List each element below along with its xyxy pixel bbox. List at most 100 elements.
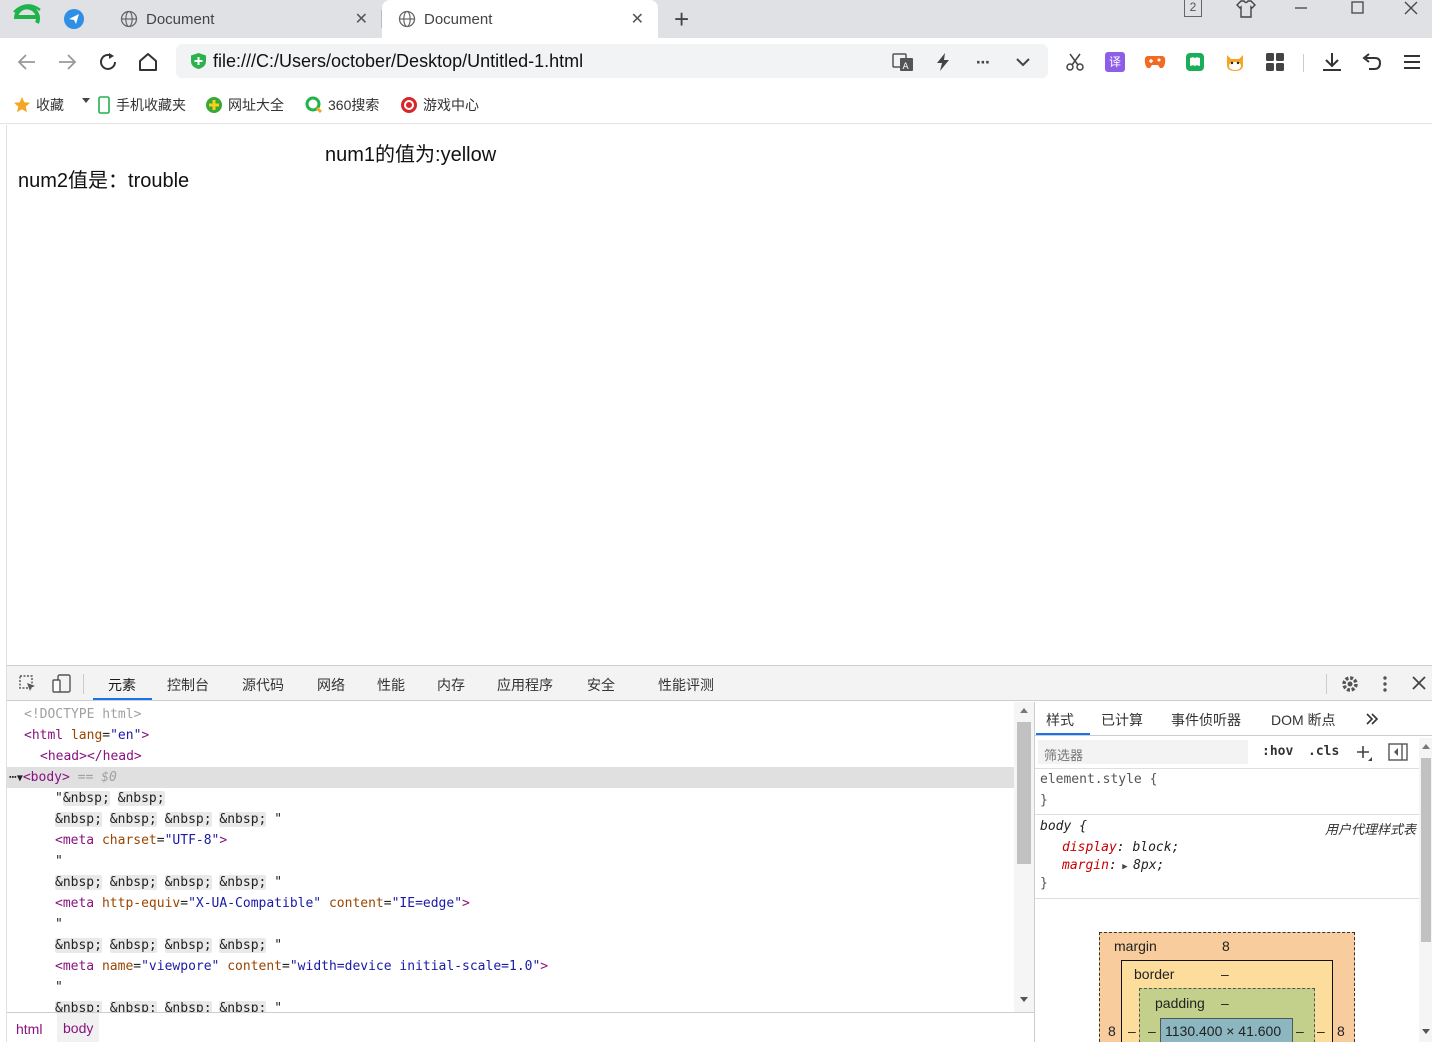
close-tab-icon[interactable]: ✕ xyxy=(355,9,368,29)
address-bar[interactable]: file:///C:/Users/october/Desktop/Untitle… xyxy=(176,44,1048,78)
maximize-icon[interactable] xyxy=(1350,0,1366,16)
dom-text-node[interactable]: &nbsp; &nbsp; &nbsp; &nbsp; " xyxy=(7,809,1014,830)
download-icon[interactable] xyxy=(1320,50,1344,74)
element-style-rule[interactable]: element.style { xyxy=(1040,772,1157,787)
chevron-down-icon[interactable] xyxy=(1012,51,1034,73)
bookmark-360-search[interactable]: 360搜索 xyxy=(305,95,379,115)
styles-filter-input[interactable]: 筛选器 xyxy=(1038,740,1248,764)
scissors-icon[interactable] xyxy=(1063,50,1087,74)
more-dots-icon[interactable]: ⋯ xyxy=(972,51,994,73)
bookmark-favorites[interactable]: 收藏 xyxy=(13,95,64,115)
border-left-value[interactable]: – xyxy=(1128,1023,1136,1039)
tab-count-badge[interactable]: 2 xyxy=(1184,0,1202,17)
tab-elements[interactable]: 元素 xyxy=(108,675,136,695)
dom-text-node[interactable]: " xyxy=(7,914,1014,935)
tab-application[interactable]: 应用程序 xyxy=(497,675,553,695)
back-button[interactable] xyxy=(14,49,40,75)
tab-computed[interactable]: 已计算 xyxy=(1101,710,1143,730)
device-toolbar-icon[interactable] xyxy=(52,674,72,694)
gamepad-icon[interactable] xyxy=(1143,50,1167,74)
translate-icon[interactable]: 译 xyxy=(1103,50,1127,74)
padding-left-value[interactable]: – xyxy=(1148,1023,1156,1039)
scroll-down-icon[interactable] xyxy=(1421,1028,1431,1036)
hover-state-toggle[interactable]: :hov xyxy=(1262,744,1293,759)
minimize-icon[interactable] xyxy=(1293,0,1309,16)
menu-icon[interactable] xyxy=(1400,50,1424,74)
send-icon[interactable] xyxy=(64,9,84,29)
padding-right-value[interactable]: – xyxy=(1296,1023,1304,1039)
dom-text-node[interactable]: " xyxy=(7,851,1014,872)
scroll-up-icon[interactable] xyxy=(1421,742,1431,750)
undo-icon[interactable] xyxy=(1360,50,1384,74)
translate-page-icon[interactable]: A xyxy=(892,51,914,73)
dom-text-node[interactable]: " xyxy=(7,977,1014,998)
dom-text-node[interactable]: "&nbsp; &nbsp; xyxy=(7,788,1014,809)
dom-node-doctype[interactable]: <!DOCTYPE html> xyxy=(7,704,1014,725)
new-rule-plus-icon[interactable] xyxy=(1355,744,1373,762)
border-right-value[interactable]: – xyxy=(1317,1023,1325,1039)
breadcrumb-html[interactable]: html xyxy=(16,1021,42,1037)
caret-down-icon[interactable] xyxy=(81,95,91,105)
tab-sources[interactable]: 源代码 xyxy=(242,675,284,695)
dom-text-node[interactable]: &nbsp; &nbsp; &nbsp; &nbsp; " xyxy=(7,872,1014,893)
inspect-element-icon[interactable] xyxy=(19,675,37,693)
class-toggle[interactable]: .cls xyxy=(1308,744,1339,759)
kebab-menu-icon[interactable] xyxy=(1378,674,1392,694)
scroll-down-icon[interactable] xyxy=(1019,996,1029,1004)
reload-button[interactable] xyxy=(95,49,121,75)
window-close-icon[interactable] xyxy=(1403,0,1419,16)
toggle-sidebar-icon[interactable] xyxy=(1388,743,1408,761)
tab-lighthouse[interactable]: 性能评测 xyxy=(658,675,714,695)
tab-security[interactable]: 安全 xyxy=(587,675,615,695)
dom-node-meta-httpequiv[interactable]: <meta http-equiv="X-UA-Compatible" conte… xyxy=(7,893,1014,914)
browser-logo-icon[interactable] xyxy=(12,2,42,32)
dom-node-body[interactable]: ⋯▼<body> == $0 xyxy=(7,767,1014,788)
tab-event-listeners[interactable]: 事件侦听器 xyxy=(1171,710,1241,730)
tab-dom-breakpoints[interactable]: DOM 断点 xyxy=(1271,710,1336,730)
gear-icon[interactable] xyxy=(1340,674,1360,694)
styles-scrollbar[interactable] xyxy=(1419,738,1432,1042)
dom-node-head[interactable]: <head></head> xyxy=(7,746,1014,767)
tab-console[interactable]: 控制台 xyxy=(167,675,209,695)
apps-grid-icon[interactable] xyxy=(1263,50,1287,74)
close-tab-icon[interactable]: ✕ xyxy=(631,9,644,29)
bookmark-site-directory[interactable]: 网址大全 xyxy=(205,95,284,115)
shiba-icon[interactable] xyxy=(1223,50,1247,74)
skin-icon[interactable] xyxy=(1236,0,1256,18)
tab-document-2[interactable]: Document ✕ xyxy=(382,0,658,38)
double-chevron-right-icon[interactable] xyxy=(1365,713,1379,725)
bookmark-game-center[interactable]: 游戏中心 xyxy=(400,95,479,115)
padding-top-value[interactable]: – xyxy=(1221,995,1229,1011)
tab-performance[interactable]: 性能 xyxy=(377,675,405,695)
reader-icon[interactable] xyxy=(1183,50,1207,74)
tab-styles[interactable]: 样式 xyxy=(1046,710,1074,730)
elements-scrollbar[interactable] xyxy=(1014,702,1034,1012)
scrollbar-thumb[interactable] xyxy=(1421,758,1431,942)
lightning-icon[interactable] xyxy=(932,51,954,73)
home-button[interactable] xyxy=(135,49,161,75)
tab-document-1[interactable]: Document ✕ xyxy=(104,0,382,38)
scrollbar-thumb[interactable] xyxy=(1017,722,1031,864)
margin-top-value[interactable]: 8 xyxy=(1222,938,1230,954)
address-url[interactable]: file:///C:/Users/october/Desktop/Untitle… xyxy=(213,51,583,72)
body-selector[interactable]: body { xyxy=(1040,819,1087,834)
dom-node-meta-viewport[interactable]: <meta name="viewpore" content="width=dev… xyxy=(7,956,1014,977)
breadcrumb-body[interactable]: body xyxy=(57,1013,100,1042)
margin-right-value[interactable]: 8 xyxy=(1337,1023,1345,1039)
dom-text-node[interactable]: &nbsp; &nbsp; &nbsp; &nbsp; " xyxy=(7,998,1014,1012)
border-top-value[interactable]: – xyxy=(1221,966,1229,982)
declaration-margin[interactable]: margin: ▶ 8px; xyxy=(1062,858,1164,873)
margin-left-value[interactable]: 8 xyxy=(1108,1023,1116,1039)
scroll-up-icon[interactable] xyxy=(1019,706,1029,714)
new-tab-button[interactable]: + xyxy=(674,4,689,35)
declaration-display[interactable]: display: block; xyxy=(1062,840,1179,855)
dom-node-html[interactable]: <html lang="en"> xyxy=(7,725,1014,746)
dom-node-meta-charset[interactable]: <meta charset="UTF-8"> xyxy=(7,830,1014,851)
tab-memory[interactable]: 内存 xyxy=(437,675,465,695)
forward-button[interactable] xyxy=(54,49,80,75)
bookmark-mobile-favorites[interactable]: 手机收藏夹 xyxy=(97,95,186,115)
content-size[interactable]: 1130.400 × 41.600 xyxy=(1165,1023,1281,1039)
elements-tree[interactable]: <!DOCTYPE html> <html lang="en"> <head><… xyxy=(7,702,1014,1012)
close-devtools-icon[interactable] xyxy=(1412,676,1426,690)
dom-text-node[interactable]: &nbsp; &nbsp; &nbsp; &nbsp; " xyxy=(7,935,1014,956)
